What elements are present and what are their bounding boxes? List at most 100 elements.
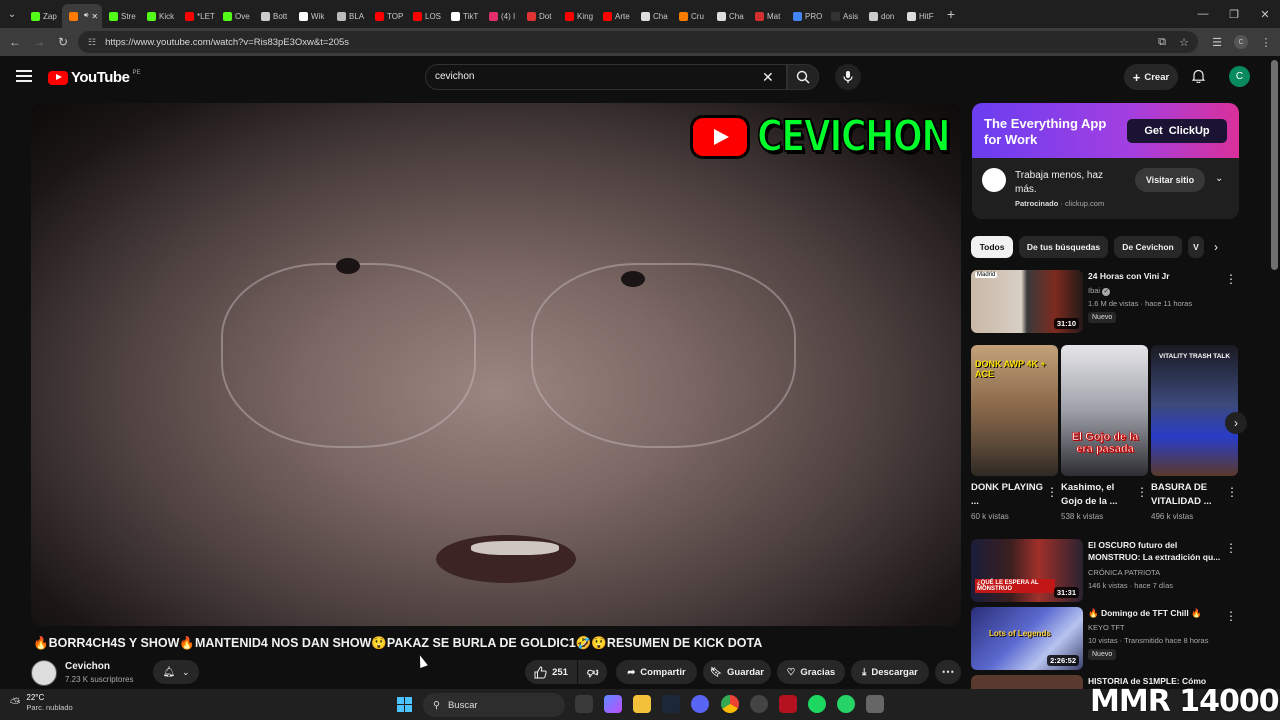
- more-icon[interactable]: ⋮: [1225, 541, 1237, 555]
- browser-tab[interactable]: Dot: [520, 4, 558, 28]
- share-button[interactable]: ➦ Compartir: [616, 660, 697, 684]
- whatsapp-icon[interactable]: [837, 695, 855, 713]
- list-item[interactable]: Madrid 31:10 24 Horas con Vini Jr Ibai ✓…: [971, 270, 1239, 336]
- video-item-title[interactable]: El OSCURO futuro del MONSTRUO: La extrad…: [1088, 539, 1228, 563]
- more-icon[interactable]: ⋮: [1046, 485, 1058, 499]
- ad-banner[interactable]: The Everything App for Work Get ClickUp: [972, 103, 1239, 158]
- taskbar-search[interactable]: ⚲ Buscar: [423, 693, 565, 717]
- browser-tab[interactable]: Cru: [672, 4, 710, 28]
- browser-tab[interactable]: Asis: [824, 4, 862, 28]
- file-explorer-icon[interactable]: [633, 695, 651, 713]
- reload-icon[interactable]: ↻: [51, 35, 75, 49]
- search-input[interactable]: cevichon: [425, 64, 787, 90]
- browser-tab[interactable]: Cha: [710, 4, 748, 28]
- browser-tab[interactable]: LOS: [406, 4, 444, 28]
- reading-list-icon[interactable]: ☰: [1207, 28, 1227, 56]
- task-view-icon[interactable]: [575, 695, 593, 713]
- browser-tab[interactable]: Ove: [216, 4, 254, 28]
- browser-tab[interactable]: Stre: [102, 4, 140, 28]
- browser-tab[interactable]: Kick: [140, 4, 178, 28]
- video-player[interactable]: CEVICHON: [31, 103, 961, 626]
- browser-tab[interactable]: HitF: [900, 4, 938, 28]
- video-thumbnail[interactable]: Madrid 31:10: [971, 270, 1083, 333]
- short-item[interactable]: El Gojo de la era pasada Kashimo, el Goj…: [1061, 345, 1148, 521]
- notifications-button[interactable]: [1191, 69, 1206, 86]
- browser-tab[interactable]: TOP: [368, 4, 406, 28]
- short-item[interactable]: VITALITY TRASH TALK BASURA DE VITALIDAD …: [1151, 345, 1238, 521]
- spotify-icon[interactable]: [808, 695, 826, 713]
- obs-icon[interactable]: [750, 695, 768, 713]
- chip-todos[interactable]: Todos: [971, 236, 1013, 258]
- more-icon[interactable]: ⋮: [1225, 272, 1237, 286]
- calculator-icon[interactable]: [866, 695, 884, 713]
- more-actions-button[interactable]: ⋯: [935, 660, 961, 684]
- tab-search-button[interactable]: ⌄: [0, 0, 24, 28]
- chip-more[interactable]: V: [1188, 236, 1204, 258]
- browser-tab[interactable]: King: [558, 4, 596, 28]
- more-icon[interactable]: ⋮: [1226, 485, 1238, 499]
- browser-tab[interactable]: Mat: [748, 4, 786, 28]
- search-button[interactable]: [787, 64, 819, 90]
- channel-name[interactable]: Cevichon: [65, 661, 110, 672]
- youtube-logo[interactable]: YouTube PE: [48, 69, 140, 86]
- voice-search-button[interactable]: [835, 64, 861, 90]
- chevron-right-icon[interactable]: ›: [1214, 240, 1218, 254]
- browser-tab[interactable]: TikT: [444, 4, 482, 28]
- video-item-channel[interactable]: CRÓNICA PATRIOTA: [1088, 568, 1160, 577]
- thanks-button[interactable]: ♡ Gracias: [777, 660, 845, 684]
- browser-tab[interactable]: Bott: [254, 4, 292, 28]
- like-button[interactable]: 251: [525, 660, 577, 684]
- short-title[interactable]: DONK PLAYING ...: [971, 481, 1043, 509]
- ad-get-button[interactable]: Get ClickUp: [1127, 119, 1227, 143]
- new-tab-button[interactable]: +: [938, 6, 964, 22]
- minimize-button[interactable]: —: [1188, 0, 1218, 28]
- chrome-icon[interactable]: [721, 695, 739, 713]
- app-icon[interactable]: [779, 695, 797, 713]
- browser-tab[interactable]: PRO: [786, 4, 824, 28]
- close-tab-icon[interactable]: ✕: [91, 12, 98, 21]
- visit-site-button[interactable]: Visitar sitio: [1135, 168, 1205, 192]
- short-title[interactable]: BASURA DE VITALIDAD ...: [1151, 481, 1223, 509]
- video-item-channel[interactable]: KEYO TFT: [1088, 623, 1125, 632]
- download-button[interactable]: ⤓ Descargar: [851, 660, 929, 684]
- close-window-button[interactable]: ✕: [1250, 0, 1280, 28]
- save-button[interactable]: 🔖︎ Guardar: [703, 660, 771, 684]
- chevron-down-icon[interactable]: ⌄: [1215, 173, 1223, 184]
- sponsored-ad[interactable]: The Everything App for Work Get ClickUp …: [972, 103, 1239, 219]
- discord-icon[interactable]: [691, 695, 709, 713]
- more-icon[interactable]: ⋮: [1225, 609, 1237, 623]
- audio-playing-icon[interactable]: 🔊︎: [84, 12, 88, 20]
- video-item-title[interactable]: 24 Horas con Vini Jr: [1088, 270, 1228, 282]
- copilot-icon[interactable]: [604, 695, 622, 713]
- account-avatar[interactable]: C: [1229, 66, 1250, 87]
- channel-avatar[interactable]: [31, 660, 57, 686]
- site-info-icon[interactable]: ☷: [88, 37, 96, 48]
- bookmark-star-icon[interactable]: ☆: [1174, 28, 1194, 56]
- short-item[interactable]: DONK AWP 4K + ACE DONK PLAYING ... 60 k …: [971, 345, 1058, 521]
- browser-tab[interactable]: BLA: [330, 4, 368, 28]
- list-item[interactable]: ¿QUÉ LE ESPERA AL MONSTRUO 31:31 El OSCU…: [971, 539, 1239, 605]
- browser-tab[interactable]: Zap: [24, 4, 62, 28]
- browser-tab[interactable]: 🔊︎ ✕: [62, 4, 102, 28]
- browser-tab[interactable]: Arte: [596, 4, 634, 28]
- video-item-title[interactable]: 🔥 Domingo de TFT Chill 🔥: [1088, 607, 1228, 619]
- create-button[interactable]: + Crear: [1124, 64, 1178, 90]
- list-item[interactable]: Lots of Legends 2:26:52 🔥 Domingo de TFT…: [971, 607, 1239, 673]
- short-thumbnail[interactable]: DONK AWP 4K + ACE: [971, 345, 1058, 476]
- short-thumbnail[interactable]: VITALITY TRASH TALK: [1151, 345, 1238, 476]
- subscription-bell-button[interactable]: 🔔︎ ⌄: [153, 660, 199, 684]
- browser-tab[interactable]: *LET: [178, 4, 216, 28]
- chip-de-cevichon[interactable]: De Cevichon: [1114, 236, 1182, 258]
- browser-tab[interactable]: Wik: [292, 4, 330, 28]
- install-app-icon[interactable]: ⧉: [1152, 28, 1172, 56]
- profile-button[interactable]: C: [1231, 28, 1251, 56]
- video-thumbnail[interactable]: ¿QUÉ LE ESPERA AL MONSTRUO 31:31: [971, 539, 1083, 602]
- browser-tab[interactable]: (4) I: [482, 4, 520, 28]
- browser-menu-icon[interactable]: ⋮: [1256, 28, 1276, 56]
- browser-tab[interactable]: Cha: [634, 4, 672, 28]
- forward-icon[interactable]: →: [27, 35, 51, 49]
- back-icon[interactable]: ←: [3, 35, 27, 49]
- weather-widget[interactable]: ⛅︎ 22°C Parc. nublado: [10, 693, 73, 712]
- steam-icon[interactable]: [662, 695, 680, 713]
- chip-de-tus-busquedas[interactable]: De tus búsquedas: [1019, 236, 1108, 258]
